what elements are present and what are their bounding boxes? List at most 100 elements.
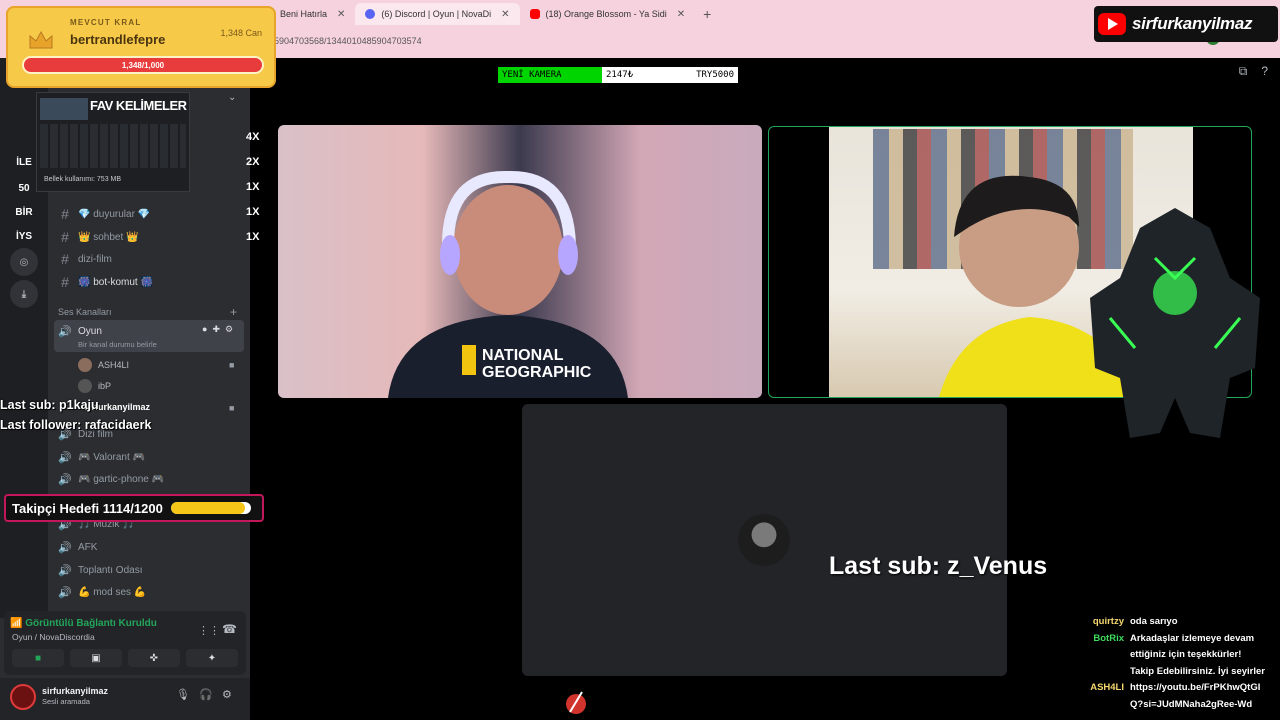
headphones-icon[interactable]: 🎧	[199, 688, 213, 701]
chat-username: quirtzy	[1092, 616, 1124, 627]
voice-member[interactable]: ASH4LI	[78, 356, 129, 374]
voice-channel-gartic-phone[interactable]: 🔊 🎮 gartic-phone 🎮	[58, 469, 164, 489]
speaker-icon: 🔊	[58, 473, 72, 486]
noise-suppression-icon[interactable]: ⋮⋮	[198, 624, 220, 637]
camera-goal-current: 2147₺	[606, 70, 634, 80]
channel-status-text[interactable]: Bir kanal durumu belirle	[78, 340, 157, 349]
voice-channel-mod-ses[interactable]: 🔊 💪 mod ses 💪	[58, 582, 146, 602]
tab-strip: Beni Hatırla ✕ (6) Discord | Oyun | Nova…	[270, 3, 711, 25]
user-name[interactable]: sirfurkanyilmaz	[42, 686, 108, 696]
follower-goal-label: Takipçi Hedefi 1114/1200	[12, 500, 163, 516]
last-sub-label: Last sub: p1kaju	[0, 398, 99, 412]
channel-duyurular[interactable]: # 💎 duyurular 💎	[58, 204, 150, 224]
close-icon[interactable]: ✕	[501, 9, 509, 20]
activity-button[interactable]: ✜	[128, 649, 180, 667]
server-icon-iys[interactable]: İYS	[10, 222, 38, 250]
address-bar[interactable]: 5904703568/1344010485904703574	[270, 30, 1140, 52]
chat-text: oda sarıyo	[1130, 616, 1178, 627]
youtube-logo-icon	[1098, 13, 1126, 35]
svg-text:GEOGRAPHIC: GEOGRAPHIC	[482, 364, 592, 381]
chat-message: quirtzy oda sarıyo	[1082, 614, 1280, 631]
tab-youtube[interactable]: (18) Orange Blossom - Ya Sidi ✕	[520, 3, 696, 25]
brand-logo-icon	[566, 691, 586, 714]
follower-goal-fill	[170, 502, 246, 514]
multiplier-label: 4X	[246, 131, 260, 143]
tab-title: (6) Discord | Oyun | NovaDi	[381, 9, 492, 19]
help-icon[interactable]: ?	[1261, 64, 1268, 79]
channel-name: sirfurkanyilmaz	[1132, 14, 1253, 33]
channel-label: Oyun	[78, 325, 102, 337]
soundboard-button[interactable]: ✦	[186, 649, 238, 667]
download-icon[interactable]: ⤓	[10, 280, 38, 308]
king-title: MEVCUT KRAL	[70, 18, 142, 27]
voice-category-header[interactable]: Ses Kanalları	[58, 307, 112, 317]
channel-label: AFK	[78, 541, 98, 553]
discover-icon[interactable]: ◎	[10, 248, 38, 276]
member-name: ibP	[98, 381, 112, 391]
multiplier-label: 2X	[246, 156, 260, 168]
voice-channel-toplanti[interactable]: 🔊 Toplantı Odası	[58, 560, 142, 580]
close-icon[interactable]: ✕	[677, 9, 685, 20]
voice-channel-oyun[interactable]: 🔊 Oyun	[58, 321, 102, 341]
video-tile-streamer[interactable]: NATIONAL GEOGRAPHIC	[278, 125, 762, 398]
close-icon[interactable]: ✕	[337, 9, 345, 20]
new-tab-button[interactable]: +	[703, 6, 711, 22]
user-settings-icon[interactable]: ⚙	[222, 688, 232, 701]
add-channel-icon[interactable]: +	[230, 305, 237, 319]
chat-icon[interactable]: ●	[202, 324, 207, 335]
tab-title: (18) Orange Blossom - Ya Sidi	[545, 9, 667, 19]
speaker-icon: 🔊	[58, 451, 72, 464]
voice-status[interactable]: 📶 Görüntülü Bağlantı Kuruldu	[10, 618, 157, 629]
avatar	[78, 358, 92, 372]
youtube-icon	[529, 9, 540, 19]
chat-text: Takip Edebilirsiniz. İyi seyirler	[1130, 665, 1265, 677]
multiplier-label: 1X	[246, 231, 260, 243]
chat-text: https://youtu.be/FrPKhwQtGI	[1130, 682, 1261, 693]
tab-title: Beni Hatırla	[280, 9, 328, 19]
king-hp-bar: 1,348/1,000	[22, 56, 264, 74]
invite-icon[interactable]: ✚	[212, 324, 220, 335]
voice-channel-afk[interactable]: 🔊 AFK	[58, 537, 97, 557]
screen-share-button[interactable]: ▣	[70, 649, 122, 667]
channel-sohbet[interactable]: # 👑 sohbet 👑	[58, 227, 138, 247]
voice-channel-valorant[interactable]: 🔊 🎮 Valorant 🎮	[58, 447, 145, 467]
video-tile-empty[interactable]	[522, 404, 1007, 676]
chat-text: ettiğiniz için teşekkürler!	[1130, 649, 1242, 660]
disconnect-icon[interactable]: ☎	[222, 622, 237, 636]
armor-creature-overlay	[1090, 208, 1260, 438]
voice-member[interactable]: ibP	[78, 377, 111, 395]
chat-message: ASH4LI https://youtu.be/FrPKhwQtGI	[1082, 680, 1280, 697]
chevron-down-icon[interactable]: ⌄	[228, 92, 236, 103]
chat-text: Q?si=JUdMNaha2gRee-Wd	[1130, 698, 1253, 710]
popout-icon[interactable]: ⧉	[1239, 64, 1248, 79]
camera-button[interactable]: ■	[12, 649, 64, 667]
user-avatar[interactable]	[10, 684, 36, 710]
follower-goal-widget: Takipçi Hedefi 1114/1200	[4, 494, 264, 522]
channel-dizi-film[interactable]: # dizi-film	[58, 249, 112, 269]
channel-bot-komut[interactable]: # 🎆 bot-komut 🎆	[58, 272, 153, 292]
tab-beni-hatirla[interactable]: Beni Hatırla ✕	[270, 3, 355, 25]
channel-label: 🎮 gartic-phone 🎮	[78, 473, 165, 485]
server-icon-ile[interactable]: İLE	[10, 148, 38, 176]
king-name: bertrandlefepre	[70, 32, 166, 47]
fav-thumbnail	[40, 98, 88, 120]
channel-label: dizi-film	[78, 253, 112, 265]
settings-icon[interactable]: ⚙	[225, 324, 233, 335]
last-follower-label: Last follower: rafacidaerk	[0, 418, 152, 432]
avatar	[78, 379, 92, 393]
hash-icon: #	[61, 274, 69, 290]
speaker-icon: 🔊	[58, 564, 72, 577]
speaker-icon: 🔊	[58, 541, 72, 554]
video-camera-icon: ■	[229, 360, 235, 370]
tab-discord[interactable]: (6) Discord | Oyun | NovaDi ✕	[355, 3, 520, 25]
king-hp: 1,348 Can	[220, 28, 262, 38]
microphone-icon[interactable]: 🎙	[176, 688, 190, 701]
chat-username: ASH4LI	[1090, 682, 1124, 693]
url-text: 5904703568/1344010485904703574	[274, 36, 422, 46]
channel-label: 🎮 Valorant 🎮	[78, 451, 145, 463]
channel-label: 💎 duyurular 💎	[78, 208, 151, 220]
user-status: Sesli aramada	[42, 697, 90, 706]
hash-icon: #	[61, 206, 69, 222]
voice-channel-path[interactable]: Oyun / NovaDiscordia	[12, 632, 95, 642]
current-king-overlay: MEVCUT KRAL bertrandlefepre 1,348 Can 1,…	[6, 6, 276, 88]
